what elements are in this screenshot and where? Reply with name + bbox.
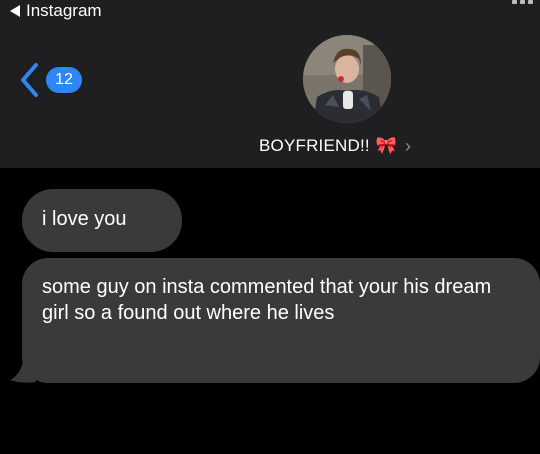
status-bar-back-link[interactable]: Instagram <box>10 0 102 22</box>
contact-name: BOYFRIEND!! <box>259 136 370 155</box>
bow-emoji-icon: 🎀 <box>375 136 397 155</box>
bubble-tail-icon <box>10 356 36 383</box>
message-bubble[interactable]: some guy on insta commented that your hi… <box>22 258 540 383</box>
status-signal-icon <box>512 0 540 4</box>
chevron-right-icon: › <box>405 135 411 156</box>
message-bubble[interactable]: i love you <box>22 189 182 252</box>
back-app-label: Instagram <box>26 1 102 20</box>
avatar-photo <box>303 35 391 123</box>
contact-info[interactable]: BOYFRIEND!! 🎀 › <box>259 133 411 159</box>
conversation-header: Instagram 12 BOYFRIEND!! 🎀 › <box>0 0 540 168</box>
message-text: some guy on insta commented that your hi… <box>42 276 492 324</box>
unread-count-badge: 12 <box>46 67 82 93</box>
back-button[interactable]: 12 <box>18 62 82 98</box>
contact-avatar[interactable] <box>303 35 391 123</box>
chevron-left-icon <box>21 63 38 97</box>
back-triangle-icon <box>10 5 20 17</box>
message-text: i love you <box>42 208 127 230</box>
